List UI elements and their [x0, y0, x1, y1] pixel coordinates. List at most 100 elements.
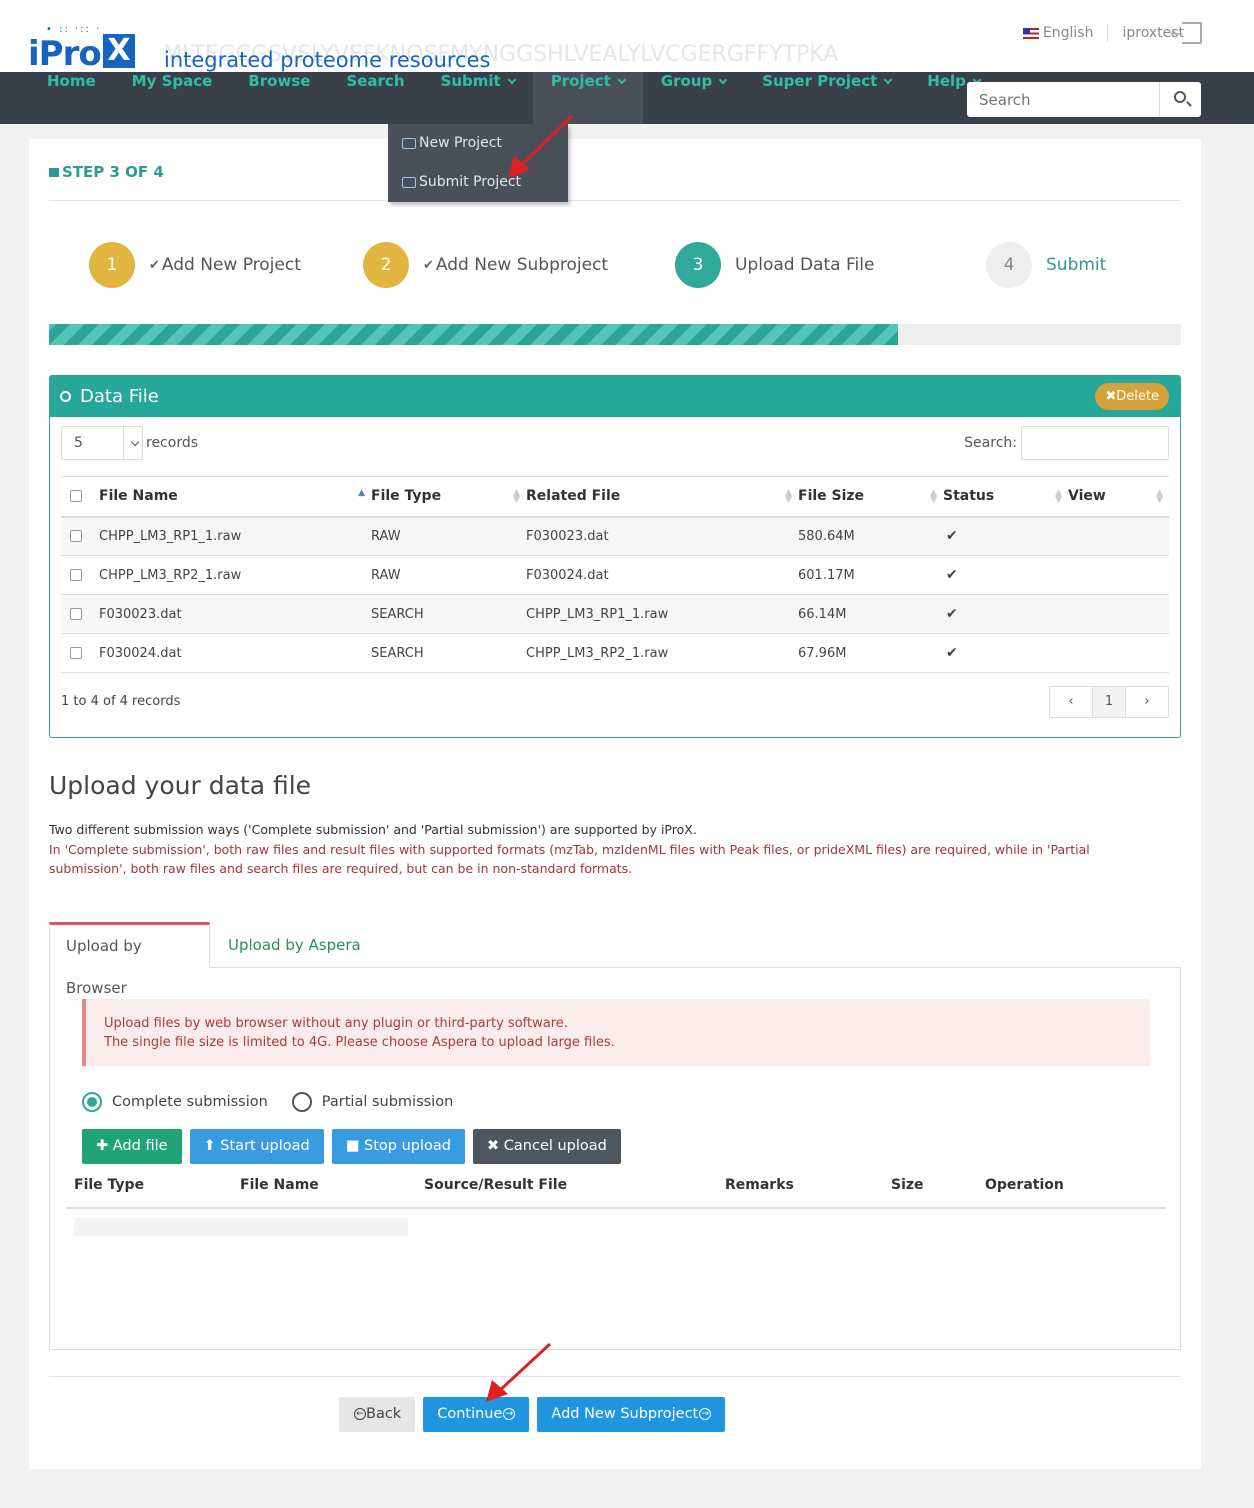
cell-file-name: F030023.dat	[99, 594, 371, 634]
tab-upload-by-browser[interactable]: Upload by Browser	[49, 922, 210, 997]
delete-button[interactable]: ✖Delete	[1095, 383, 1169, 410]
back-button[interactable]: ← Back	[339, 1397, 416, 1432]
pagination-prev-button[interactable]: ‹	[1050, 687, 1092, 717]
cancel-upload-button[interactable]: ✖ Cancel upload	[473, 1129, 621, 1164]
column-header-related-file[interactable]: Related File ▲ ▼	[526, 476, 798, 518]
column-header-file-name[interactable]: File Name ▲	[99, 476, 371, 518]
add-file-button[interactable]: ✚ Add file	[82, 1129, 182, 1164]
data-file-table: File Name ▲ File Type ▲ ▼ Related File ▲ ▼ Fi…	[61, 476, 1169, 673]
main-panel: STEP 3 OF 4 1 ✔ Add New Project 2 ✔ Add Ne…	[29, 139, 1201, 1469]
cell-related-file: CHPP_LM3_RP2_1.raw	[526, 633, 798, 673]
divider	[49, 200, 1181, 201]
upload-section-title: Upload your data file	[49, 771, 312, 800]
language-link[interactable]: English	[1043, 25, 1094, 41]
top-header: MLTEGCGSVSLYVEFKNQSFMYNGGSHLVEALYLVCGERG…	[0, 0, 1254, 74]
continue-label: Continue	[437, 1406, 503, 1422]
folder-icon	[402, 177, 416, 188]
cell-view	[1068, 633, 1169, 673]
column-header-source-result: Source/Result File	[424, 1177, 568, 1193]
select-all-checkbox[interactable]	[70, 490, 82, 503]
stop-upload-button[interactable]: ■ Stop upload	[331, 1129, 465, 1164]
data-file-title: Data File	[80, 386, 159, 407]
delete-label: Delete	[1116, 389, 1159, 404]
row-checkbox[interactable]	[70, 608, 82, 620]
table-row: CHPP_LM3_RP1_1.raw RAW F030023.dat 580.6…	[61, 516, 1169, 556]
iprox-logo[interactable]: MLTEGCGSVSLYVEFKNQSFMYNGGSHLVEALYLVCGERG…	[28, 22, 838, 74]
column-header-file-type[interactable]: File Type ▲ ▼	[371, 476, 526, 518]
stop-upload-label: Stop upload	[364, 1138, 451, 1154]
page-length-control: 5 records	[61, 426, 198, 460]
wizard-step-2: 2 ✔ Add New Subproject	[363, 242, 608, 288]
plus-icon: ✚	[96, 1138, 113, 1154]
upload-description-warning: In 'Complete submission', both raw files…	[49, 842, 1090, 876]
divider	[1107, 24, 1109, 42]
tab-upload-by-aspera[interactable]: Upload by Aspera	[212, 922, 377, 968]
pagination-page-button[interactable]: 1	[1092, 687, 1126, 717]
start-upload-button[interactable]: ⬆ Start upload	[189, 1129, 324, 1164]
logo-x: X	[103, 34, 135, 68]
column-header-file-size[interactable]: File Size ▲ ▼	[798, 476, 943, 518]
cogs-icon	[60, 391, 71, 402]
sort-icon: ▲ ▼	[785, 488, 792, 505]
nav-search-button[interactable]	[1159, 82, 1201, 117]
back-label: Back	[366, 1406, 402, 1422]
column-label: File Type	[371, 488, 442, 505]
nav-my-space[interactable]: My Space	[114, 72, 231, 124]
column-header-file-type: File Type	[74, 1177, 145, 1193]
column-header-file-name: File Name	[240, 1177, 319, 1193]
chevron-down-icon	[884, 75, 893, 85]
annotation-arrow-icon	[486, 1342, 552, 1402]
table-row: CHPP_LM3_RP2_1.raw RAW F030024.dat 601.1…	[61, 555, 1169, 595]
arrow-right-icon: →	[503, 1408, 516, 1420]
sort-asc-icon: ▲	[358, 488, 365, 498]
page-length-suffix: records	[146, 435, 199, 451]
row-checkbox[interactable]	[70, 647, 82, 659]
step-number: 4	[986, 242, 1032, 288]
nav-group[interactable]: Group	[643, 72, 744, 124]
cell-file-size: 601.17M	[798, 555, 943, 595]
table-row: F030023.dat SEARCH CHPP_LM3_RP1_1.raw 66…	[61, 594, 1169, 634]
sort-icon: ▲ ▼	[513, 488, 520, 505]
add-subproject-label: Add New Subproject	[551, 1406, 699, 1422]
logo-text: iPro	[28, 34, 102, 74]
nav-home[interactable]: Home	[29, 72, 114, 124]
nav-search[interactable]: Search	[328, 72, 422, 124]
nav-search-input[interactable]	[967, 82, 1159, 117]
wizard-steps: 1 ✔ Add New Project 2 ✔ Add New Subproject…	[49, 242, 1181, 288]
radio-complete-submission[interactable]	[82, 1092, 102, 1112]
cell-file-size: 66.14M	[798, 594, 943, 634]
add-file-label: Add file	[112, 1138, 168, 1154]
nav-group-label: Group	[660, 72, 713, 90]
nav-browse[interactable]: Browse	[230, 72, 328, 124]
table-info: 1 to 4 of 4 records	[61, 694, 181, 709]
page-length-select[interactable]: 5	[61, 426, 143, 460]
radio-partial-submission[interactable]	[291, 1092, 312, 1112]
data-file-header: Data File ✖Delete	[50, 376, 1180, 417]
table-search: Search:	[964, 426, 1169, 460]
row-checkbox[interactable]	[70, 569, 82, 581]
step-text: Add New Project	[161, 255, 301, 275]
step-label-text: STEP 3 OF 4	[62, 163, 164, 181]
logout-icon[interactable]	[1170, 22, 1202, 44]
sort-icon: ▲ ▼	[930, 488, 937, 505]
nav-search-box	[967, 82, 1201, 117]
cell-file-type: RAW	[371, 555, 526, 595]
status-check-icon: ✔	[943, 633, 1068, 673]
radio-complete-label: Complete submission	[112, 1094, 268, 1110]
pagination-next-button[interactable]: ›	[1126, 687, 1168, 717]
nav-super-project-label: Super Project	[762, 72, 878, 90]
column-label: File Name	[99, 488, 178, 505]
main-navbar: Home My Space Browse Search Submit Proje…	[0, 72, 1254, 124]
row-checkbox[interactable]	[70, 530, 82, 543]
column-header-view[interactable]: View ▲ ▼	[1068, 476, 1169, 518]
wizard-step-4: 4 Submit	[986, 242, 1106, 288]
menu-item-label: New Project	[419, 135, 502, 151]
table-search-input[interactable]	[1021, 426, 1169, 460]
cell-file-type: RAW	[371, 516, 526, 556]
nav-super-project[interactable]: Super Project	[744, 72, 909, 124]
column-header-status[interactable]: Status ▲ ▼	[943, 476, 1068, 518]
column-label: View	[1068, 488, 1106, 505]
table-row: F030024.dat SEARCH CHPP_LM3_RP2_1.raw 67…	[61, 633, 1169, 673]
chevron-down-icon	[617, 75, 627, 85]
cell-related-file: F030024.dat	[526, 555, 798, 595]
